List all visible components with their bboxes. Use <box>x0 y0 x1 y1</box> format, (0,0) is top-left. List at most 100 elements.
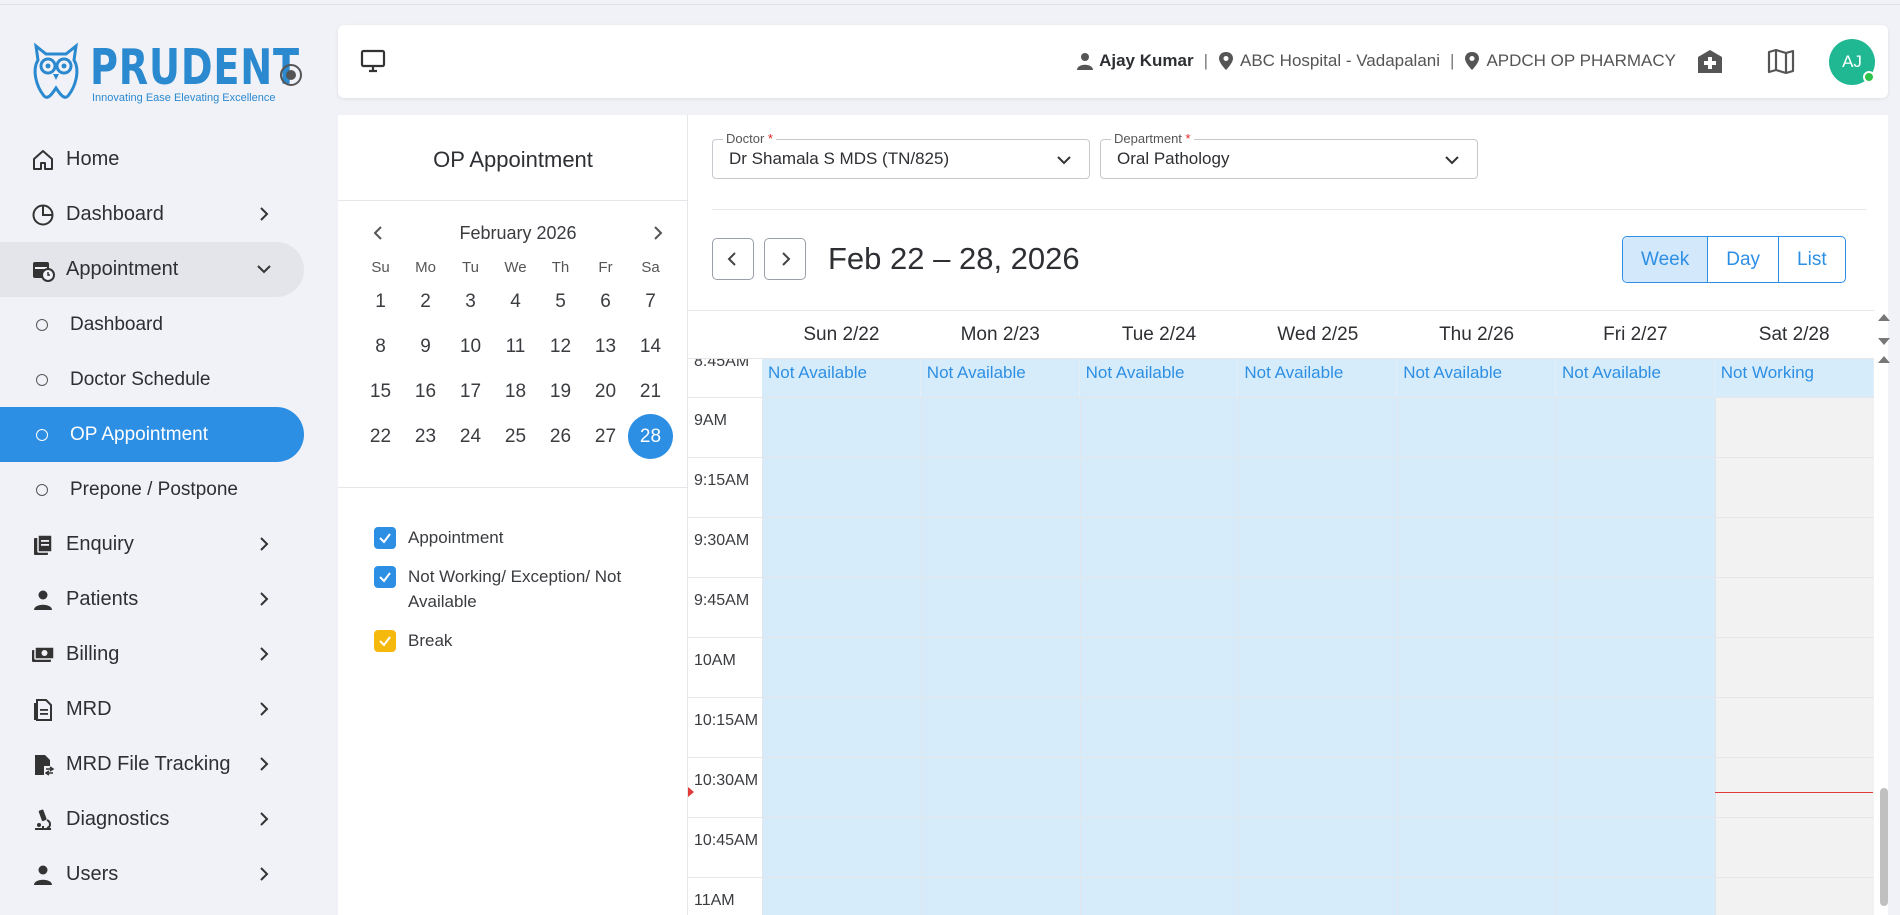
calendar-day[interactable]: 11 <box>493 327 538 366</box>
not-working-event[interactable]: Not Working <box>1714 359 1874 397</box>
sidebar-item-mrd-file-tracking[interactable]: MRD File Tracking <box>0 737 304 792</box>
sidebar-item-users[interactable]: Users <box>0 847 304 902</box>
scrollbar-thumb[interactable] <box>1880 788 1888 906</box>
required-mark: * <box>1185 131 1191 146</box>
monitor-icon[interactable] <box>360 49 386 73</box>
avatar-initials: AJ <box>1842 52 1862 71</box>
calendar-day[interactable]: 4 <box>493 282 538 321</box>
header-hospital[interactable]: ABC Hospital - Vadapalani <box>1240 51 1440 71</box>
avatar[interactable]: AJ <box>1829 39 1875 85</box>
legend-item-appointment[interactable]: Appointment <box>374 525 674 550</box>
time-slot-row[interactable]: 10:45AM <box>688 817 1874 849</box>
calendar-day[interactable]: 21 <box>628 372 673 411</box>
sidebar-subitem-dashboard[interactable]: Dashboard <box>0 297 304 352</box>
calendar-day[interactable]: 7 <box>628 282 673 321</box>
checkbox-checked-icon[interactable] <box>374 630 396 652</box>
calendar-day[interactable]: 26 <box>538 417 583 456</box>
scroll-down-icon[interactable] <box>1878 338 1890 345</box>
not-available-event[interactable]: Not Available <box>1079 359 1239 397</box>
map-icon[interactable] <box>1767 47 1795 75</box>
sidebar-item-dashboard[interactable]: Dashboard <box>0 187 304 242</box>
department-select[interactable]: Department * Oral Pathology <box>1100 131 1478 179</box>
not-available-event[interactable]: Not Available <box>920 359 1080 397</box>
calendar-day[interactable]: 24 <box>448 417 493 456</box>
day-header[interactable]: Mon 2/23 <box>921 311 1080 358</box>
chevron-left-icon[interactable] <box>368 223 388 243</box>
time-slot-row[interactable]: 11AM <box>688 877 1874 909</box>
sidebar-item-home[interactable]: Home <box>0 132 304 187</box>
next-week-button[interactable] <box>764 238 806 280</box>
sidebar-item-label: MRD <box>66 698 112 720</box>
legend-item-break[interactable]: Break <box>374 628 674 653</box>
sidebar-item-billing[interactable]: Billing <box>0 627 304 682</box>
time-slot-row[interactable]: 9:45AM <box>688 577 1874 609</box>
time-slot-row[interactable]: 9AM <box>688 397 1874 429</box>
time-slot-row[interactable]: 10:15AM <box>688 697 1874 729</box>
calendar-day[interactable]: 1 <box>358 282 403 321</box>
calendar-day[interactable]: 23 <box>403 417 448 456</box>
not-available-event[interactable]: Not Available <box>762 359 921 397</box>
day-header[interactable]: Sun 2/22 <box>762 311 921 358</box>
calendar-day[interactable]: 3 <box>448 282 493 321</box>
calendar-day[interactable]: 5 <box>538 282 583 321</box>
day-header[interactable]: Tue 2/24 <box>1080 311 1239 358</box>
microscope-icon <box>30 807 56 833</box>
hospital-icon[interactable] <box>1696 47 1724 75</box>
calendar-day[interactable]: 16 <box>403 372 448 411</box>
sidebar-subitem-doctor-schedule[interactable]: Doctor Schedule <box>0 352 304 407</box>
calendar-day[interactable]: 18 <box>493 372 538 411</box>
scroll-up-icon[interactable] <box>1878 314 1890 321</box>
not-available-event[interactable]: Not Available <box>1238 359 1398 397</box>
calendar-day[interactable]: 13 <box>583 327 628 366</box>
sidebar-item-appointment[interactable]: Appointment <box>0 242 304 297</box>
sidebar-item-enquiry[interactable]: Enquiry <box>0 517 304 572</box>
day-header[interactable]: Sat 2/28 <box>1715 311 1874 358</box>
view-week-button[interactable]: Week <box>1623 237 1709 282</box>
view-list-button[interactable]: List <box>1779 237 1845 282</box>
time-slot-row[interactable]: 10AM <box>688 637 1874 669</box>
calendar-day[interactable]: 2 <box>403 282 448 321</box>
calendar-day[interactable]: 8 <box>358 327 403 366</box>
calendar-day[interactable]: 22 <box>358 417 403 456</box>
day-header[interactable]: Wed 2/25 <box>1238 311 1397 358</box>
time-slot-row[interactable]: 9:15AM <box>688 457 1874 489</box>
calendar-day[interactable]: 20 <box>583 372 628 411</box>
sidebar-subitem-prepone-postpone[interactable]: Prepone / Postpone <box>0 462 304 517</box>
calendar-scrollbar[interactable] <box>1878 310 1890 915</box>
day-header[interactable]: Thu 2/26 <box>1397 311 1556 358</box>
time-slot-row[interactable]: 9:30AM <box>688 517 1874 549</box>
doctor-select[interactable]: Doctor * Dr Shamala S MDS (TN/825) <box>712 131 1090 179</box>
calendar-day-selected[interactable]: 28 <box>628 414 673 459</box>
checkbox-checked-icon[interactable] <box>374 527 396 549</box>
prev-week-button[interactable] <box>712 238 754 280</box>
day-header[interactable]: Fri 2/27 <box>1556 311 1715 358</box>
scroll-up-icon[interactable] <box>1878 356 1890 363</box>
sidebar-item-diagnostics[interactable]: Diagnostics <box>0 792 304 847</box>
calendar-day[interactable]: 9 <box>403 327 448 366</box>
calendar-day[interactable]: 27 <box>583 417 628 456</box>
calendar-day[interactable]: 17 <box>448 372 493 411</box>
not-available-event[interactable]: Not Available <box>1397 359 1556 397</box>
sidebar-toggle-icon[interactable] <box>280 64 302 86</box>
calendar-day[interactable]: 10 <box>448 327 493 366</box>
sidebar-item-patients[interactable]: Patients <box>0 572 304 627</box>
mini-calendar: February 2026 Su Mo Tu We Th Fr Sa 1 2 3… <box>358 215 678 459</box>
calendar-day[interactable]: 12 <box>538 327 583 366</box>
calendar-day[interactable]: 6 <box>583 282 628 321</box>
legend-label: Not Working/ Exception/ Not Available <box>408 567 622 611</box>
calendar-day[interactable]: 25 <box>493 417 538 456</box>
sidebar-subitem-op-appointment[interactable]: OP Appointment <box>0 407 304 462</box>
calendar-day[interactable]: 19 <box>538 372 583 411</box>
header-user-name[interactable]: Ajay Kumar <box>1099 51 1193 71</box>
header-pharmacy[interactable]: APDCH OP PHARMACY <box>1486 51 1676 71</box>
chevron-right-icon[interactable] <box>648 223 668 243</box>
logo[interactable]: PRUDENT Innovating Ease Elevating Excell… <box>30 38 302 108</box>
not-available-event[interactable]: Not Available <box>1555 359 1715 397</box>
legend-item-not-working[interactable]: Not Working/ Exception/ Not Available <box>374 564 674 614</box>
calendar-day[interactable]: 15 <box>358 372 403 411</box>
calendar-day[interactable]: 14 <box>628 327 673 366</box>
checkbox-checked-icon[interactable] <box>374 566 396 588</box>
sidebar-item-mrd[interactable]: MRD <box>0 682 304 737</box>
view-day-button[interactable]: Day <box>1708 237 1780 282</box>
time-slot-row[interactable]: 10:30AM <box>688 757 1874 789</box>
